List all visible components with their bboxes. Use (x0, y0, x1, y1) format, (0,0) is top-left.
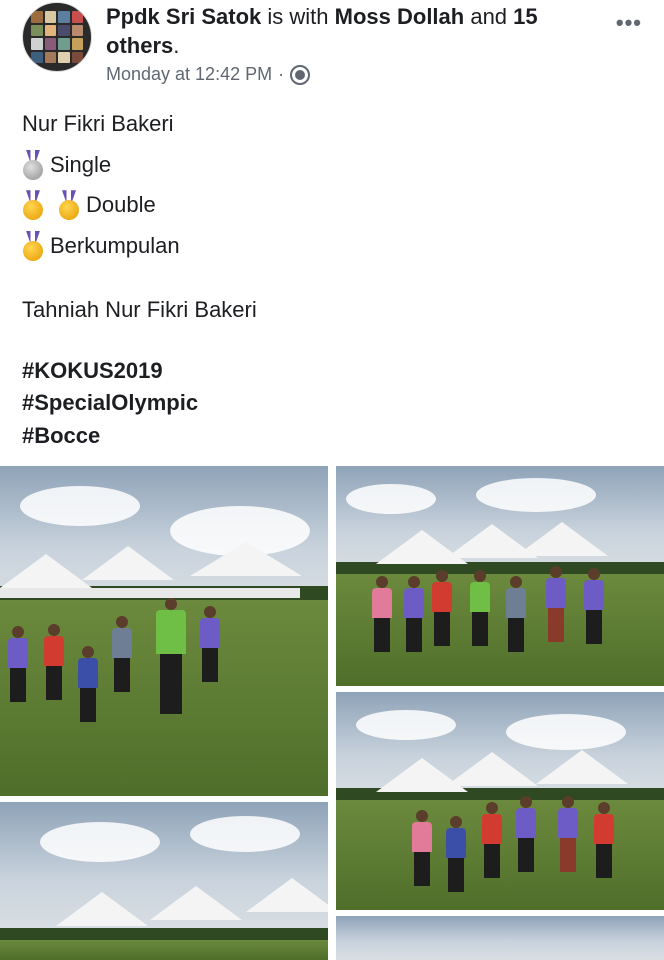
gold-medal-icon (22, 190, 44, 221)
athlete-name: Nur Fikri Bakeri (22, 111, 174, 136)
post-time[interactable]: Monday at 12:42 PM (106, 64, 272, 85)
author-name[interactable]: Ppdk Sri Satok (106, 4, 261, 29)
avatar[interactable] (22, 2, 92, 72)
achievement-label: Single (50, 151, 112, 177)
author-period: . (173, 33, 180, 58)
tagged-person[interactable]: Moss Dollah (335, 4, 465, 29)
photo-group-bocce-1[interactable] (0, 466, 328, 796)
gold-medal-icon (58, 190, 80, 221)
hashtag[interactable]: #SpecialOlympic (22, 387, 642, 420)
achievement-double: Double (22, 185, 642, 226)
post-body: Nur Fikri Bakeri Single Double Berkumpul… (22, 104, 642, 452)
achievement-label: Double (86, 192, 156, 217)
post-header: Ppdk Sri Satok is with Moss Dollah and 1… (0, 0, 664, 96)
achievement-group: Berkumpulan (22, 226, 642, 267)
globe-icon[interactable] (290, 64, 311, 85)
author-line: Ppdk Sri Satok is with Moss Dollah and 1… (106, 2, 586, 60)
more-options-icon[interactable]: ••• (616, 10, 642, 36)
photo-tents-field[interactable] (0, 802, 328, 960)
post-meta: Monday at 12:42 PM · (106, 64, 311, 85)
congrats-text: Tahniah Nur Fikri Bakeri (22, 297, 257, 322)
avatar-collage (31, 11, 83, 63)
silver-medal-icon (22, 149, 44, 180)
and-text: and (464, 4, 514, 29)
meta-separator: · (278, 64, 285, 84)
photo-more[interactable] (336, 916, 664, 960)
achievement-single: Single (22, 145, 642, 186)
with-text: is with (261, 4, 335, 29)
photo-grid (0, 466, 664, 960)
gold-medal-icon (22, 230, 44, 261)
photo-team-celebration[interactable] (336, 466, 664, 686)
achievement-label: Berkumpulan (50, 232, 180, 258)
photo-team-celebration-2[interactable] (336, 692, 664, 910)
hashtag[interactable]: #KOKUS2019 (22, 355, 642, 388)
hashtag[interactable]: #Bocce (22, 420, 642, 453)
